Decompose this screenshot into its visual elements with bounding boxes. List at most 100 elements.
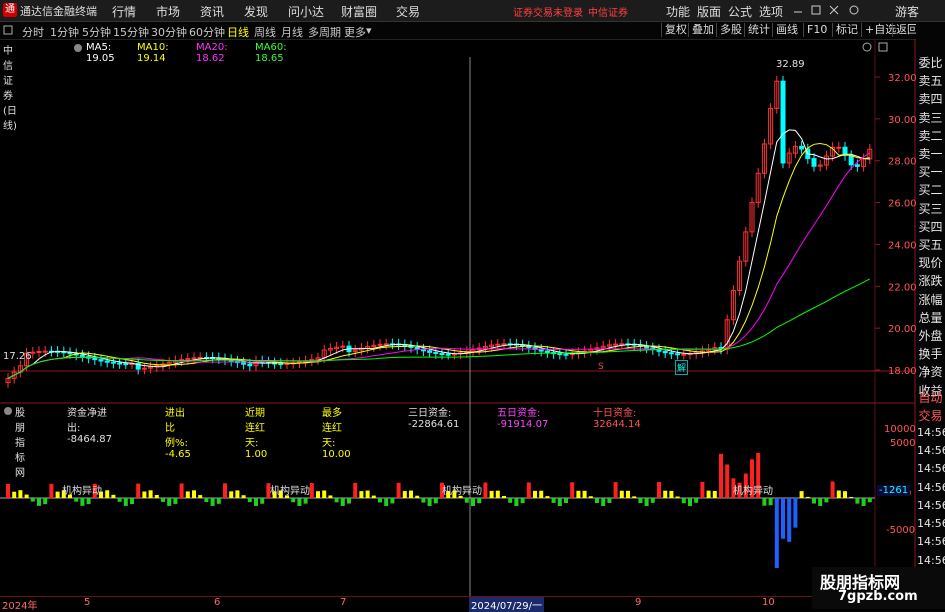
sidebar2-item-8[interactable]: 14:56: [917, 535, 945, 548]
sidebar2-item-1[interactable]: 交易: [917, 407, 944, 424]
sidebar2-item-2[interactable]: 14:56: [917, 426, 945, 439]
candle-body: [414, 346, 420, 350]
indicator-bar: [154, 494, 159, 498]
info-toggle-icon[interactable]: [73, 43, 83, 53]
menu-quotes[interactable]: 行情: [112, 3, 136, 20]
indicator-bar: [43, 498, 48, 505]
sidebar-item-10[interactable]: 买五: [917, 236, 944, 253]
sidebar-item-9[interactable]: 买四: [917, 218, 944, 235]
menu-discover[interactable]: 发现: [244, 3, 268, 20]
sidebar-item-8[interactable]: 买三: [917, 200, 944, 217]
menu-ask[interactable]: 问小达: [288, 3, 324, 20]
period-5min[interactable]: 5分钟: [82, 24, 111, 40]
zoom-icon[interactable]: [862, 42, 872, 52]
maximize-icon[interactable]: [810, 4, 822, 16]
indicator-bar: [334, 498, 339, 503]
sidebar-item-4[interactable]: 卖二: [917, 127, 944, 144]
candle-body: [117, 362, 123, 365]
menu-news[interactable]: 资讯: [200, 3, 224, 20]
overlay-button[interactable]: 叠加: [688, 23, 717, 37]
login-notice[interactable]: 证券交易未登录: [513, 4, 583, 19]
period-daily[interactable]: 日线: [227, 24, 249, 40]
menu-formula[interactable]: 公式: [728, 3, 752, 20]
menu-layout[interactable]: 版面: [697, 3, 721, 20]
sidebar2-item-3[interactable]: 14:56: [917, 444, 945, 457]
indicator-bar: [595, 498, 599, 504]
sidebar2-item-7[interactable]: 14:56: [917, 517, 945, 530]
sidebar-item-2[interactable]: 卖四: [917, 90, 944, 107]
indicator-bar: [136, 483, 141, 498]
period-multi[interactable]: 多周期: [308, 24, 341, 40]
period-15min[interactable]: 15分钟: [113, 24, 149, 40]
settings-icon[interactable]: [848, 4, 860, 16]
sidebar2-item-0[interactable]: 自动: [917, 389, 944, 406]
indicator-bar: [787, 498, 792, 542]
sidebar-item-7[interactable]: 买二: [917, 181, 944, 198]
draw-button[interactable]: 画线: [772, 23, 801, 37]
sidebar-item-12[interactable]: 涨跌: [917, 272, 944, 289]
watermark: 股朋指标网 7gpzb.com: [812, 567, 945, 609]
adjust-button[interactable]: 复权: [661, 23, 690, 37]
indicator-bar: [638, 498, 643, 504]
indicator-bar: [148, 490, 153, 498]
menu-wealth[interactable]: 财富圈: [341, 3, 377, 20]
sidebar2-item-5[interactable]: 14:56: [917, 481, 945, 494]
sidebar-item-17[interactable]: 净资: [917, 363, 944, 380]
sidebar2-item-6[interactable]: 14:56: [917, 499, 945, 512]
indicator-bar: [24, 494, 29, 498]
chevron-down-icon[interactable]: ▾: [366, 24, 372, 37]
sidebar2-item-4[interactable]: 14:56: [917, 462, 945, 475]
menu-market[interactable]: 市场: [156, 3, 180, 20]
sidebar-item-11[interactable]: 现价: [917, 254, 944, 271]
menu-trade[interactable]: 交易: [396, 3, 420, 20]
menu-options[interactable]: 选项: [759, 3, 783, 20]
indicator-name[interactable]: 股朋指标网: [15, 404, 25, 479]
candle-body: [433, 351, 439, 354]
sidebar-item-3[interactable]: 卖三: [917, 109, 944, 126]
period-1min[interactable]: 1分钟: [50, 24, 79, 40]
mark-button[interactable]: 标记: [832, 23, 861, 37]
indicator-bar: [204, 498, 209, 503]
indicator-bar: [570, 482, 575, 498]
sidebar-item-15[interactable]: 外盘: [917, 327, 944, 344]
sidebar-item-6[interactable]: 买一: [917, 163, 944, 180]
minimize-icon[interactable]: [792, 4, 804, 16]
marker-unlock[interactable]: 解: [675, 360, 689, 375]
candle-body: [799, 145, 805, 150]
stats-button[interactable]: 统计: [744, 23, 773, 37]
period-30min[interactable]: 30分钟: [151, 24, 187, 40]
date-label-7: 7: [340, 597, 347, 608]
indicator-bar: [303, 498, 308, 504]
sidebar-item-5[interactable]: 卖一: [917, 145, 944, 162]
sidebar-item-1[interactable]: 卖五: [917, 72, 944, 89]
menu-function[interactable]: 功能: [666, 3, 690, 20]
indicator-bar: [328, 495, 333, 498]
candle-body: [141, 367, 147, 370]
close-icon[interactable]: [828, 4, 840, 16]
indicator-bar: [471, 498, 475, 506]
period-monthly[interactable]: 月线: [281, 24, 303, 40]
indicator-bar: [774, 498, 779, 568]
indicator-bar: [700, 481, 705, 498]
high-price-label: 32.89: [776, 59, 805, 70]
broker-notice[interactable]: 中信证券: [588, 4, 628, 19]
sidebar2-item-9[interactable]: 14:56: [917, 554, 945, 567]
guest-label[interactable]: 游客: [895, 3, 919, 20]
sidebar-item-16[interactable]: 换手: [917, 345, 944, 362]
period-more[interactable]: 更多: [344, 24, 366, 40]
period-60min[interactable]: 60分钟: [189, 24, 225, 40]
sidebar-item-14[interactable]: 总量: [917, 309, 944, 326]
multi-stock-button[interactable]: 多股: [716, 23, 745, 37]
indicator-toggle-icon[interactable]: [3, 406, 13, 416]
period-weekly[interactable]: 周线: [254, 24, 276, 40]
sidebar-item-13[interactable]: 涨幅: [917, 291, 944, 308]
ind-tick-5000: 5000: [890, 438, 916, 449]
marker-s[interactable]: S: [598, 362, 604, 372]
toggle-panel-icon[interactable]: [878, 42, 888, 52]
indicator-bar: [539, 490, 544, 498]
grid-icon[interactable]: [3, 25, 13, 35]
period-intraday[interactable]: 分时: [22, 24, 44, 40]
candle-body: [191, 357, 197, 360]
sidebar-item-0[interactable]: 委比: [917, 54, 944, 71]
f10-button[interactable]: F10: [803, 23, 830, 37]
